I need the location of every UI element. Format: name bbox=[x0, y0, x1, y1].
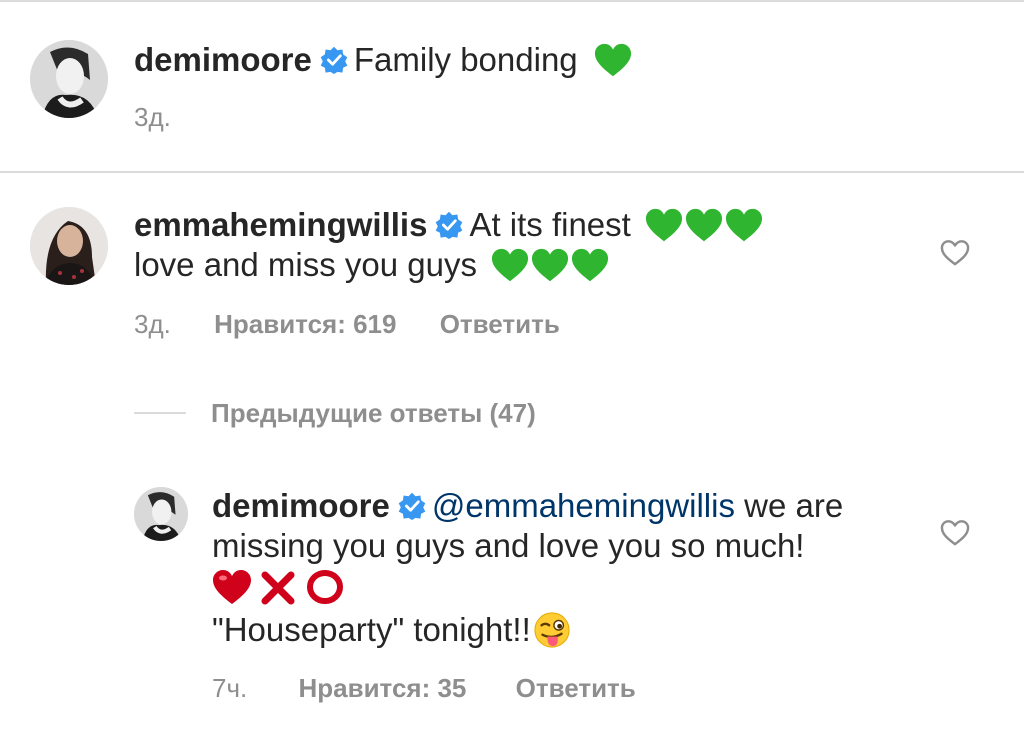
green-heart-icon bbox=[594, 43, 631, 77]
reply1-text-2: missing you guys and love you so much! bbox=[212, 527, 805, 564]
circle-icon bbox=[306, 570, 343, 604]
caption-time: 3д. bbox=[134, 102, 171, 132]
caption-text: Family bonding bbox=[353, 41, 578, 78]
reply1-mention-link[interactable]: @emmahemingwillis bbox=[432, 487, 735, 524]
comment1-reply-button[interactable]: Ответить bbox=[440, 309, 560, 339]
reply1-meta: 7ч. Нравится: 35 Ответить bbox=[212, 673, 636, 703]
comment1-meta: 3д. Нравится: 619 Ответить bbox=[134, 309, 560, 339]
reply1-text-1: we are bbox=[744, 487, 844, 524]
cross-mark-icon bbox=[261, 571, 295, 605]
green-heart-icon bbox=[491, 248, 529, 282]
comment1-line1: emmahemingwillis At its finest bbox=[134, 205, 763, 245]
green-heart-icon bbox=[645, 208, 682, 242]
avatar-demimoore-reply[interactable] bbox=[134, 487, 188, 541]
avatar-demimoore[interactable] bbox=[30, 40, 108, 118]
reply1-username[interactable]: demimoore bbox=[212, 487, 390, 524]
comment1-username[interactable]: emmahemingwillis bbox=[134, 206, 427, 243]
winking-tongue-emoji-icon bbox=[534, 612, 570, 648]
green-heart-icon bbox=[571, 248, 609, 282]
reply1-line1: demimoore @emmahemingwillis we are bbox=[212, 486, 843, 526]
reply1-reply-button[interactable]: Ответить bbox=[516, 673, 636, 703]
reply1-likes[interactable]: Нравится: 35 bbox=[298, 673, 466, 703]
previous-replies-label: Предыдущие ответы (47) bbox=[211, 398, 536, 428]
caption-username[interactable]: demimoore bbox=[134, 41, 312, 78]
verified-badge-icon bbox=[398, 492, 426, 520]
reply1-line4: "Houseparty" tonight!! bbox=[212, 610, 571, 650]
verified-badge-icon bbox=[436, 211, 463, 239]
reply1-text-3: "Houseparty" tonight!! bbox=[212, 611, 531, 648]
replies-line bbox=[134, 412, 186, 414]
green-heart-icon bbox=[685, 208, 722, 242]
like-heart-outline-icon[interactable] bbox=[940, 519, 970, 547]
green-heart-icon bbox=[725, 208, 762, 242]
reply1-time: 7ч. bbox=[212, 673, 248, 703]
comment1-text-2: love and miss you guys bbox=[134, 246, 478, 283]
previous-replies-button[interactable]: Предыдущие ответы (47) bbox=[211, 398, 536, 428]
comment1-likes[interactable]: Нравится: 619 bbox=[214, 309, 396, 339]
caption-line: demimoore Family bonding bbox=[134, 40, 632, 80]
verified-badge-icon bbox=[320, 46, 348, 74]
like-heart-outline-icon[interactable] bbox=[940, 239, 970, 267]
caption-divider bbox=[0, 171, 1024, 173]
top-divider bbox=[0, 0, 1024, 2]
comment1-time: 3д. bbox=[134, 309, 171, 339]
red-heart-icon bbox=[213, 570, 251, 604]
comment1-text-1: At its finest bbox=[469, 206, 631, 243]
reply1-emoji-line bbox=[212, 568, 345, 608]
green-heart-icon bbox=[531, 248, 569, 282]
comment1-line2: love and miss you guys bbox=[134, 245, 609, 285]
avatar-emmahemingwillis[interactable] bbox=[30, 207, 108, 285]
